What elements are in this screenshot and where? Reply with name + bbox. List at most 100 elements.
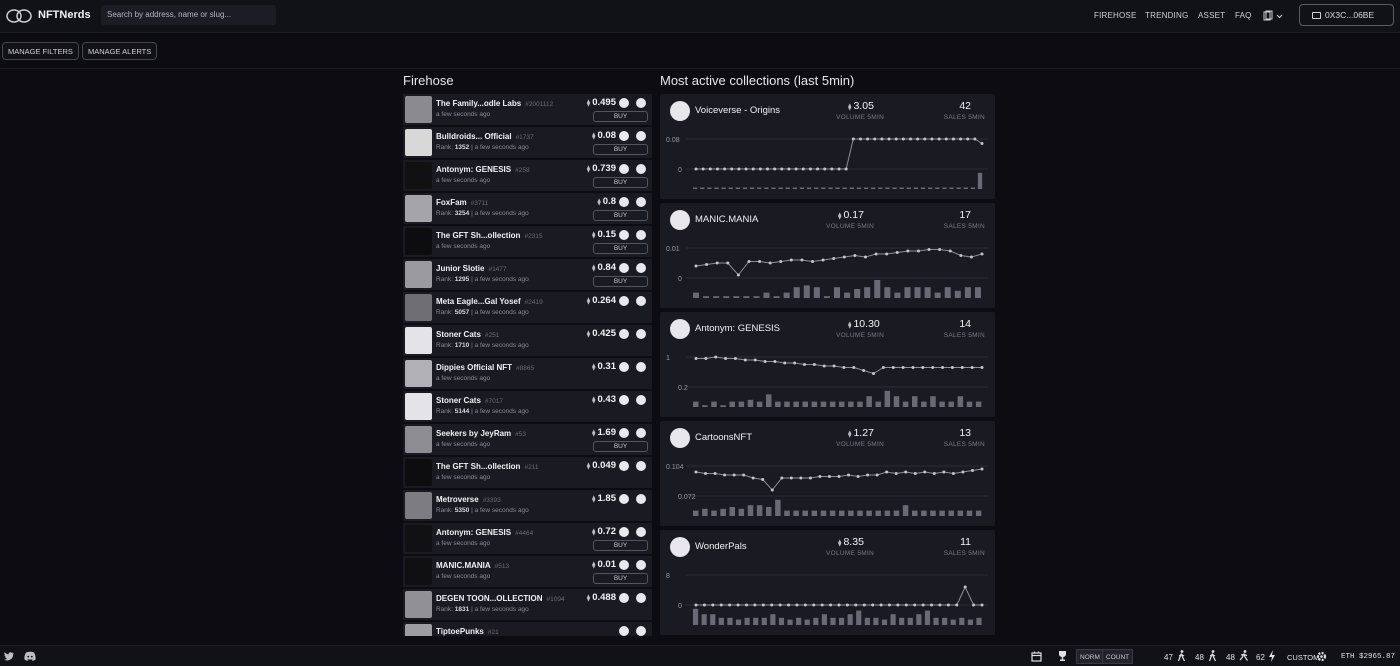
firehose-row[interactable]: Bulldroids... Official #1737 Rank: 1352 | …: [403, 127, 652, 158]
nav-trending[interactable]: TRENDING: [1145, 11, 1188, 20]
opensea-icon[interactable]: [619, 131, 629, 141]
firehose-row[interactable]: DEGEN TOON...OLLECTION #1094 Rank: 1831 | …: [403, 589, 652, 620]
opensea-icon[interactable]: [619, 362, 629, 372]
custom-button[interactable]: CUSTOM: [1287, 653, 1319, 662]
opensea-icon[interactable]: [619, 494, 629, 504]
buy-button[interactable]: BUY: [593, 111, 648, 122]
nft-name[interactable]: Dippies Official NFT #8865: [436, 363, 534, 372]
gear-icon[interactable]: [1316, 651, 1327, 662]
opensea-icon[interactable]: [619, 230, 629, 240]
collection-card[interactable]: MANIC.MANIA ⧫ 0.17 VOLUME 5MIN 17 SALES 5MIN 0…: [660, 203, 995, 308]
nft-collection-name[interactable]: Seekers by JeyRam: [436, 429, 511, 438]
nft-thumbnail[interactable]: [405, 96, 432, 123]
firehose-row[interactable]: Dippies Official NFT #8865 a few seconds a…: [403, 358, 652, 389]
firehose-row[interactable]: The GFT Sh...ollection #211 a few seconds …: [403, 457, 652, 488]
nft-name[interactable]: The GFT Sh...ollection #2315: [436, 231, 543, 240]
nft-name[interactable]: The GFT Sh...ollection #211: [436, 462, 538, 471]
nav-faq[interactable]: FAQ: [1235, 11, 1252, 20]
buy-button[interactable]: BUY: [593, 441, 648, 452]
buy-button[interactable]: BUY: [593, 144, 648, 155]
brand-name[interactable]: NFTNerds: [38, 9, 91, 21]
nft-thumbnail[interactable]: [405, 162, 432, 189]
collection-card[interactable]: CartoonsNFT ⧫ 1.27 VOLUME 5MIN 13 SALES 5MIN 0…: [660, 421, 995, 526]
opensea-icon[interactable]: [619, 527, 629, 537]
nft-thumbnail[interactable]: [405, 327, 432, 354]
collection-card[interactable]: Voiceverse - Origins ⧫ 3.05 VOLUME 5MIN 42 SA…: [660, 94, 995, 199]
trophy-icon[interactable]: [1058, 650, 1067, 662]
marketplace-icon[interactable]: [636, 527, 646, 537]
manage-alerts-button[interactable]: MANAGE ALERTS: [82, 42, 158, 60]
nft-collection-name[interactable]: TiptoePunks: [436, 627, 484, 636]
firehose-row[interactable]: Antonym: GENESIS #258 a few seconds ago ⧫ 0.…: [403, 160, 652, 191]
marketplace-icon[interactable]: [636, 626, 646, 636]
nft-name[interactable]: Meta Eagle...Gal Yosef #2419: [436, 297, 543, 306]
opensea-icon[interactable]: [619, 329, 629, 339]
wallet-button[interactable]: 0X3C...06BE: [1299, 4, 1394, 26]
nft-collection-name[interactable]: Junior Slotie: [436, 264, 484, 273]
nft-collection-name[interactable]: Stoner Cats: [436, 330, 481, 339]
marketplace-icon[interactable]: [636, 131, 646, 141]
marketplace-icon[interactable]: [636, 263, 646, 273]
buy-button[interactable]: BUY: [593, 573, 648, 584]
buy-button[interactable]: BUY: [593, 177, 648, 188]
firehose-row[interactable]: Junior Slotie #1477 Rank: 1295 | a few sec…: [403, 259, 652, 290]
marketplace-icon[interactable]: [636, 461, 646, 471]
nft-collection-name[interactable]: The GFT Sh...ollection: [436, 231, 520, 240]
nft-collection-name[interactable]: Dippies Official NFT: [436, 363, 512, 372]
nft-name[interactable]: Seekers by JeyRam #53: [436, 429, 526, 438]
marketplace-icon[interactable]: [636, 362, 646, 372]
nft-name[interactable]: Stoner Cats #251: [436, 330, 499, 339]
nav-firehose[interactable]: FIREHOSE: [1094, 11, 1137, 20]
collection-card[interactable]: Antonym: GENESIS ⧫ 10.30 VOLUME 5MIN 14 SALES…: [660, 312, 995, 417]
nft-thumbnail[interactable]: [405, 195, 432, 222]
nft-name[interactable]: TiptoePunks #21: [436, 627, 499, 636]
nft-thumbnail[interactable]: [405, 558, 432, 585]
nft-thumbnail[interactable]: [405, 294, 432, 321]
search-input[interactable]: Search by address, name or slug...: [101, 5, 276, 25]
nft-name[interactable]: FoxFam #3711: [436, 198, 488, 207]
marketplace-icon[interactable]: [636, 230, 646, 240]
nft-collection-name[interactable]: Antonym: GENESIS: [436, 165, 511, 174]
nft-thumbnail[interactable]: [405, 426, 432, 453]
marketplace-icon[interactable]: [636, 296, 646, 306]
marketplace-icon[interactable]: [636, 560, 646, 570]
nftnerds-logo-icon[interactable]: [6, 7, 32, 25]
count-toggle[interactable]: COUNT: [1102, 649, 1134, 664]
opensea-icon[interactable]: [619, 164, 629, 174]
nft-collection-name[interactable]: The Family...odle Labs: [436, 99, 521, 108]
marketplace-icon[interactable]: [636, 395, 646, 405]
nft-name[interactable]: Antonym: GENESIS #4464: [436, 528, 533, 537]
firehose-row[interactable]: The GFT Sh...ollection #2315 a few seconds…: [403, 226, 652, 257]
marketplace-icon[interactable]: [636, 494, 646, 504]
opensea-icon[interactable]: [619, 263, 629, 273]
firehose-row[interactable]: FoxFam #3711 Rank: 3254 | a few seconds ag…: [403, 193, 652, 224]
buy-button[interactable]: BUY: [593, 540, 648, 551]
nft-collection-name[interactable]: Antonym: GENESIS: [436, 528, 511, 537]
firehose-row[interactable]: Metroverse #3393 Rank: 5350 | a few second…: [403, 490, 652, 521]
nft-collection-name[interactable]: MANIC.MANIA: [436, 561, 491, 570]
twitter-icon[interactable]: [4, 651, 14, 661]
nft-name[interactable]: Stoner Cats #7017: [436, 396, 503, 405]
firehose-row[interactable]: Antonym: GENESIS #4464 a few seconds ago ⧫ 0…: [403, 523, 652, 554]
collection-card[interactable]: WonderPals ⧫ 8.35 VOLUME 5MIN 11 SALES 5MIN 8 0: [660, 530, 995, 635]
buy-button[interactable]: BUY: [593, 276, 648, 287]
opensea-icon[interactable]: [619, 98, 629, 108]
nft-thumbnail[interactable]: [405, 492, 432, 519]
nft-name[interactable]: DEGEN TOON...OLLECTION #1094: [436, 594, 565, 603]
nft-thumbnail[interactable]: [405, 459, 432, 486]
nft-name[interactable]: Metroverse #3393: [436, 495, 501, 504]
nft-name[interactable]: MANIC.MANIA #513: [436, 561, 509, 570]
nft-collection-name[interactable]: FoxFam: [436, 198, 467, 207]
nft-name[interactable]: Bulldroids... Official #1737: [436, 132, 534, 141]
opensea-icon[interactable]: [619, 593, 629, 603]
firehose-row[interactable]: Seekers by JeyRam #53 a few seconds ago ⧫ 1.…: [403, 424, 652, 455]
nft-collection-name[interactable]: Metroverse: [436, 495, 479, 504]
firehose-feed[interactable]: The Family...odle Labs #2001112 a few seco…: [403, 94, 652, 636]
norm-toggle[interactable]: NORM: [1076, 649, 1104, 664]
nft-name[interactable]: The Family...odle Labs #2001112: [436, 99, 553, 108]
nft-collection-name[interactable]: Bulldroids... Official: [436, 132, 512, 141]
marketplace-icon[interactable]: [636, 593, 646, 603]
nft-thumbnail[interactable]: [405, 393, 432, 420]
copy-dropdown-icon[interactable]: [1263, 10, 1285, 22]
nft-name[interactable]: Junior Slotie #1477: [436, 264, 507, 273]
